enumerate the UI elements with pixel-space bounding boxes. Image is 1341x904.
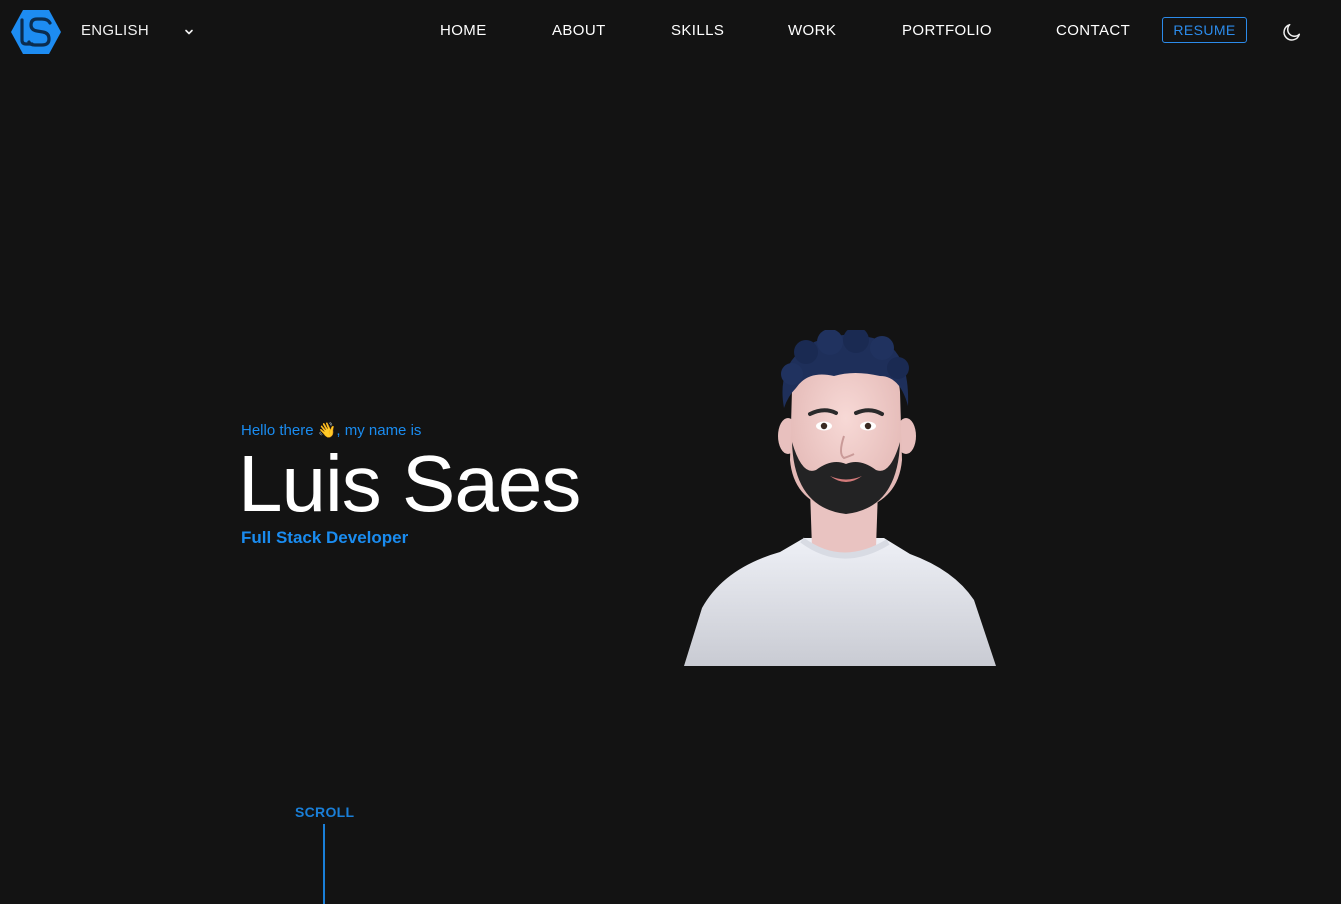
nav-about[interactable]: ABOUT bbox=[552, 22, 606, 39]
avatar-image bbox=[684, 330, 996, 666]
resume-button[interactable]: RESUME bbox=[1162, 17, 1247, 43]
chevron-down-icon[interactable] bbox=[183, 26, 195, 38]
nav-home[interactable]: HOME bbox=[440, 22, 487, 39]
nav-contact[interactable]: CONTACT bbox=[1056, 22, 1130, 39]
hero-name: Luis Saes bbox=[238, 439, 581, 528]
nav-work[interactable]: WORK bbox=[788, 22, 836, 39]
page: ENGLISH HOME ABOUT SKILLS WORK PORTFOLIO… bbox=[0, 0, 1341, 904]
moon-icon[interactable] bbox=[1281, 21, 1303, 43]
nav-skills[interactable]: SKILLS bbox=[671, 22, 724, 39]
scroll-indicator-line bbox=[323, 824, 325, 904]
header: ENGLISH HOME ABOUT SKILLS WORK PORTFOLIO… bbox=[0, 0, 1341, 64]
scroll-indicator-label[interactable]: SCROLL bbox=[295, 804, 354, 820]
language-label: ENGLISH bbox=[81, 22, 149, 39]
logo-icon[interactable] bbox=[10, 8, 62, 56]
nav-portfolio[interactable]: PORTFOLIO bbox=[902, 22, 992, 39]
language-selector[interactable]: ENGLISH bbox=[81, 22, 149, 39]
hero-role: Full Stack Developer bbox=[241, 528, 409, 547]
